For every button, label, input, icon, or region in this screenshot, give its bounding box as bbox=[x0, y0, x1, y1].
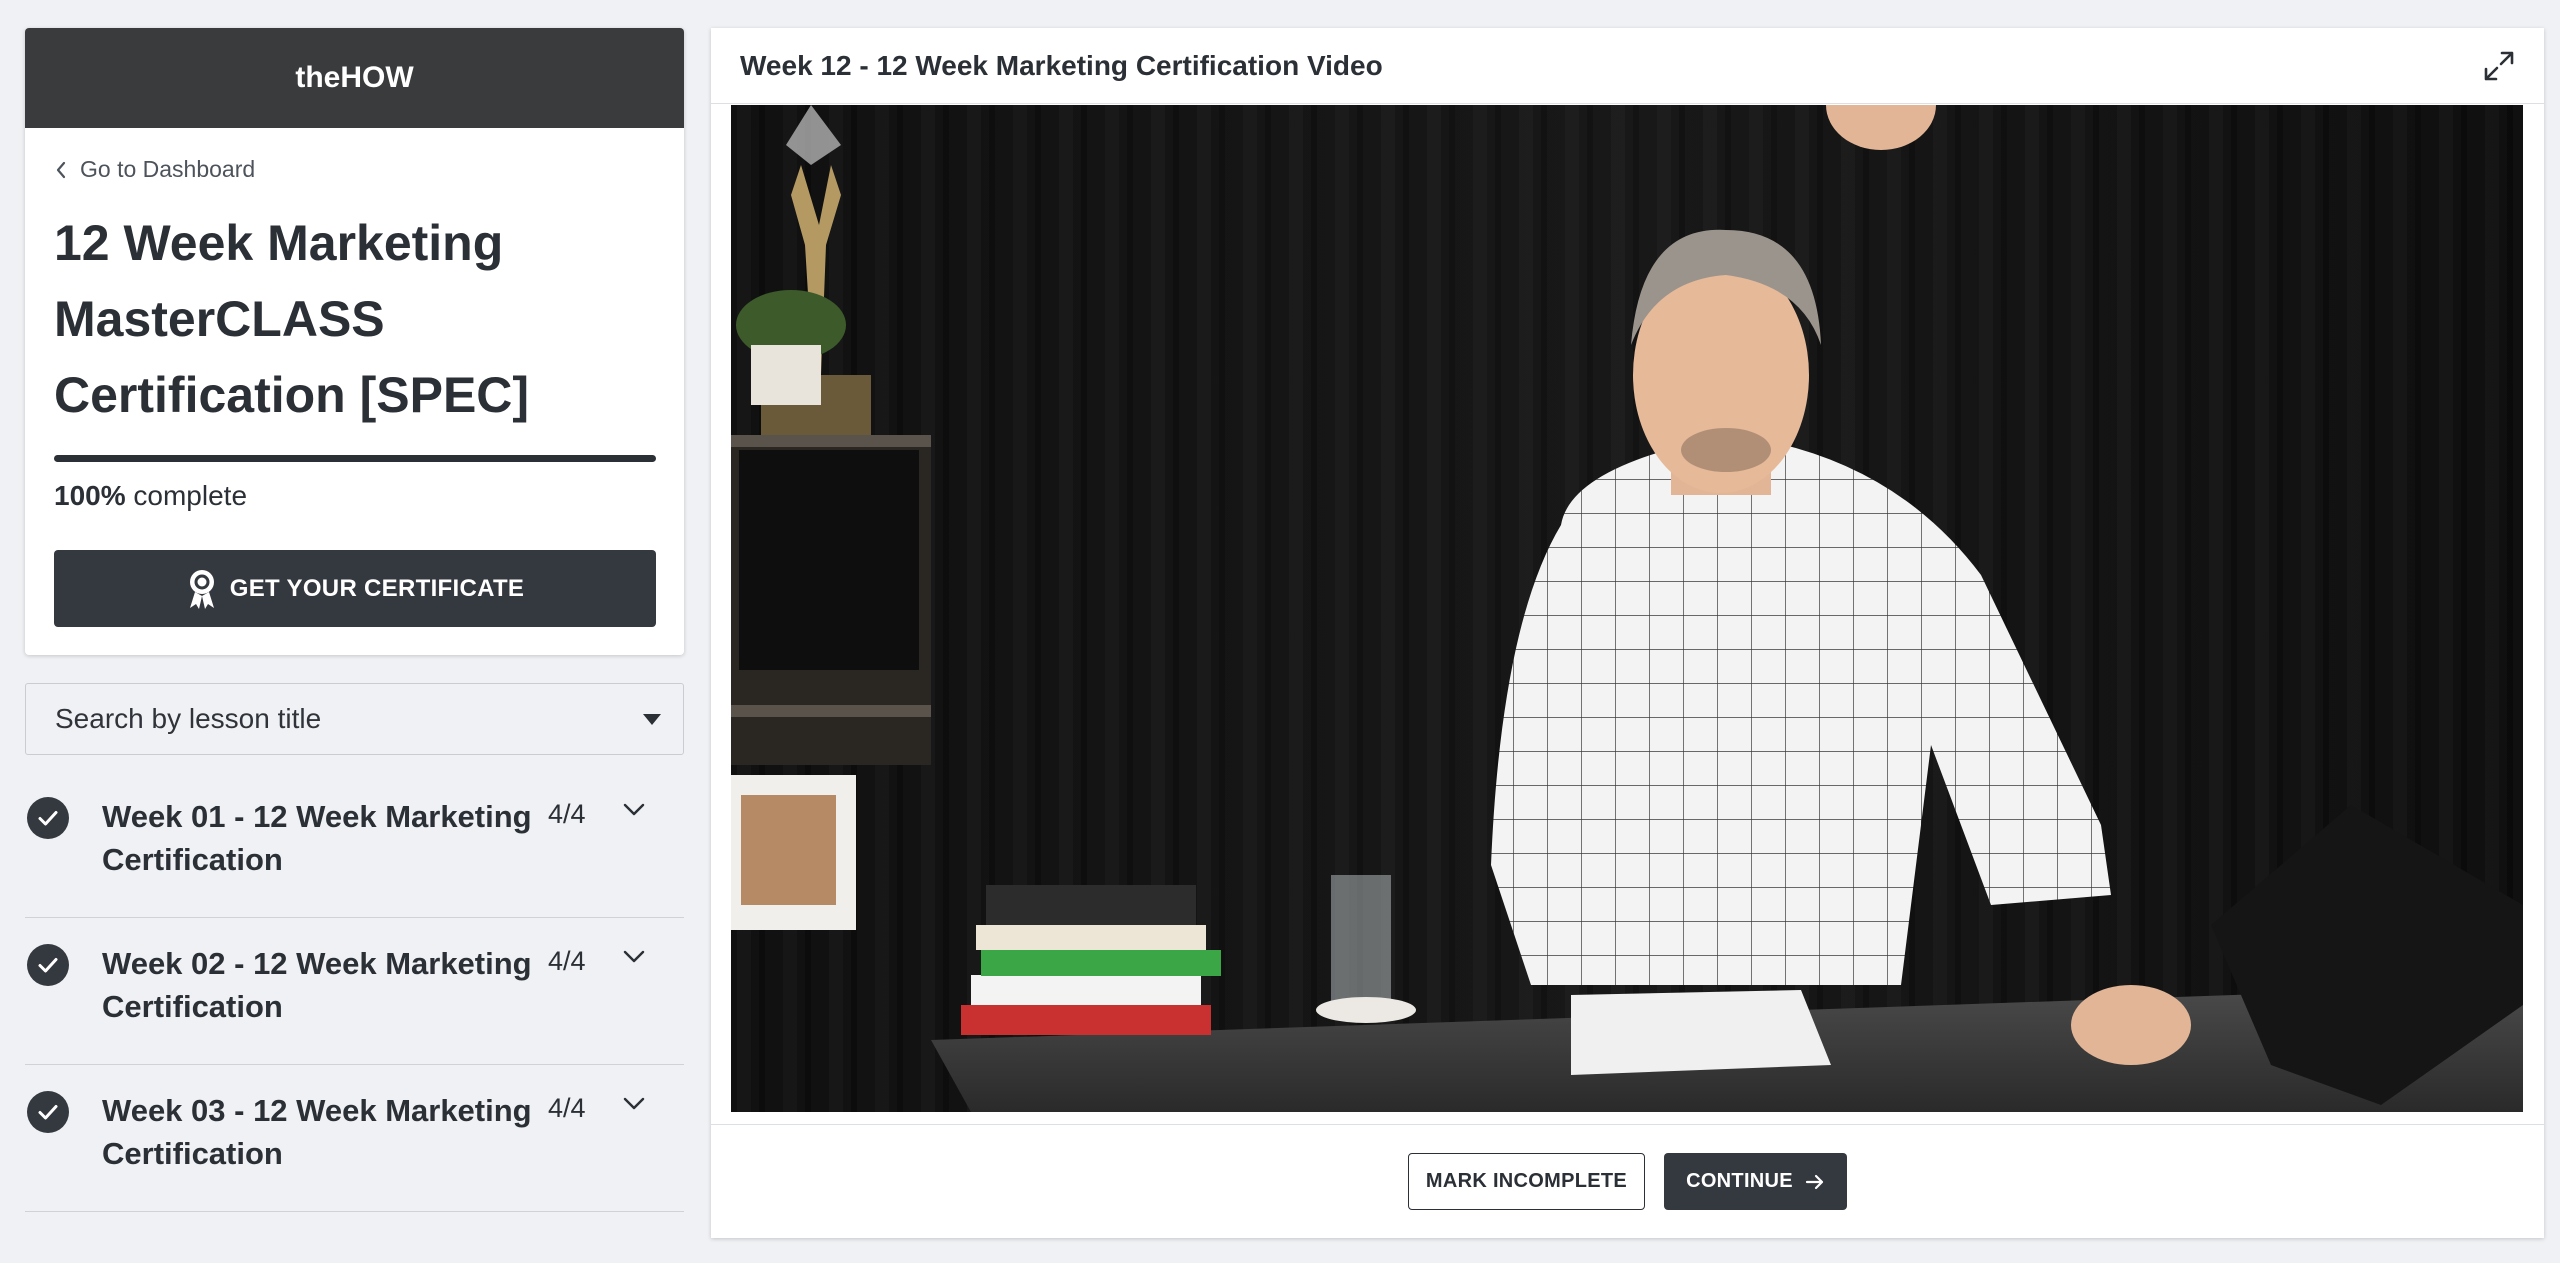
progress-bar-fill bbox=[54, 455, 656, 462]
get-certificate-label: GET YOUR CERTIFICATE bbox=[229, 574, 525, 602]
expand-icon[interactable] bbox=[2482, 49, 2516, 83]
progress-bar bbox=[54, 455, 656, 462]
back-link-label: Go to Dashboard bbox=[80, 156, 256, 182]
module-list: Week 01 - 12 Week Marketing Certificatio… bbox=[25, 771, 684, 1212]
module-item-week-03[interactable]: Week 03 - 12 Week Marketing Certificatio… bbox=[25, 1065, 684, 1212]
chevron-down-icon[interactable] bbox=[623, 1097, 645, 1111]
progress-text: 100% complete bbox=[54, 480, 656, 512]
go-to-dashboard-link[interactable]: Go to Dashboard bbox=[54, 156, 656, 183]
module-title: Week 03 - 12 Week Marketing Certificatio… bbox=[102, 1093, 532, 1171]
mark-incomplete-button[interactable]: MARK INCOMPLETE bbox=[1408, 1153, 1645, 1210]
module-title: Week 02 - 12 Week Marketing Certificatio… bbox=[102, 946, 532, 1024]
lesson-header: Week 12 - 12 Week Marketing Certificatio… bbox=[711, 28, 2544, 104]
progress-suffix: complete bbox=[133, 480, 248, 511]
module-item-week-02[interactable]: Week 02 - 12 Week Marketing Certificatio… bbox=[25, 918, 684, 1065]
brand-header: theHOW bbox=[25, 28, 684, 128]
video-player[interactable] bbox=[731, 105, 2523, 1140]
brand-name: theHOW bbox=[295, 61, 414, 94]
continue-label: CONTINUE bbox=[1686, 1170, 1793, 1192]
arrow-right-icon bbox=[1805, 1174, 1824, 1189]
lesson-search-placeholder: Search by lesson title bbox=[55, 703, 322, 734]
course-card: theHOW Go to Dashboard 12 Week Marketing… bbox=[25, 28, 684, 655]
caret-down-icon bbox=[643, 713, 661, 725]
module-title: Week 01 - 12 Week Marketing Certificatio… bbox=[102, 799, 532, 877]
lesson-title: Week 12 - 12 Week Marketing Certificatio… bbox=[740, 49, 1383, 81]
continue-button[interactable]: CONTINUE bbox=[1664, 1153, 1847, 1210]
course-title: 12 Week Marketing MasterCLASS Certificat… bbox=[54, 215, 530, 423]
lesson-footer: MARK INCOMPLETE CONTINUE bbox=[711, 1124, 2544, 1238]
check-circle-icon bbox=[27, 944, 69, 986]
video-still-image bbox=[731, 105, 2523, 1112]
award-ribbon-icon bbox=[189, 569, 214, 609]
module-lesson-count: 4/4 bbox=[548, 946, 586, 976]
module-item-week-01[interactable]: Week 01 - 12 Week Marketing Certificatio… bbox=[25, 771, 684, 918]
module-lesson-count: 4/4 bbox=[548, 1093, 586, 1123]
check-circle-icon bbox=[27, 797, 69, 839]
chevron-down-icon[interactable] bbox=[623, 803, 645, 817]
check-circle-icon bbox=[27, 1091, 69, 1133]
get-certificate-button[interactable]: GET YOUR CERTIFICATE bbox=[54, 550, 656, 627]
course-card-body: Go to Dashboard 12 Week Marketing Master… bbox=[25, 128, 684, 655]
progress-percent: 100% bbox=[54, 480, 126, 511]
video-frame[interactable] bbox=[731, 105, 2523, 1112]
chevron-left-icon bbox=[56, 161, 66, 178]
module-lesson-count: 4/4 bbox=[548, 799, 586, 829]
chevron-down-icon[interactable] bbox=[623, 950, 645, 964]
lesson-search-select[interactable]: Search by lesson title bbox=[25, 683, 684, 755]
course-sidebar: theHOW Go to Dashboard 12 Week Marketing… bbox=[25, 28, 684, 1263]
lesson-content: Week 12 - 12 Week Marketing Certificatio… bbox=[711, 28, 2544, 1238]
